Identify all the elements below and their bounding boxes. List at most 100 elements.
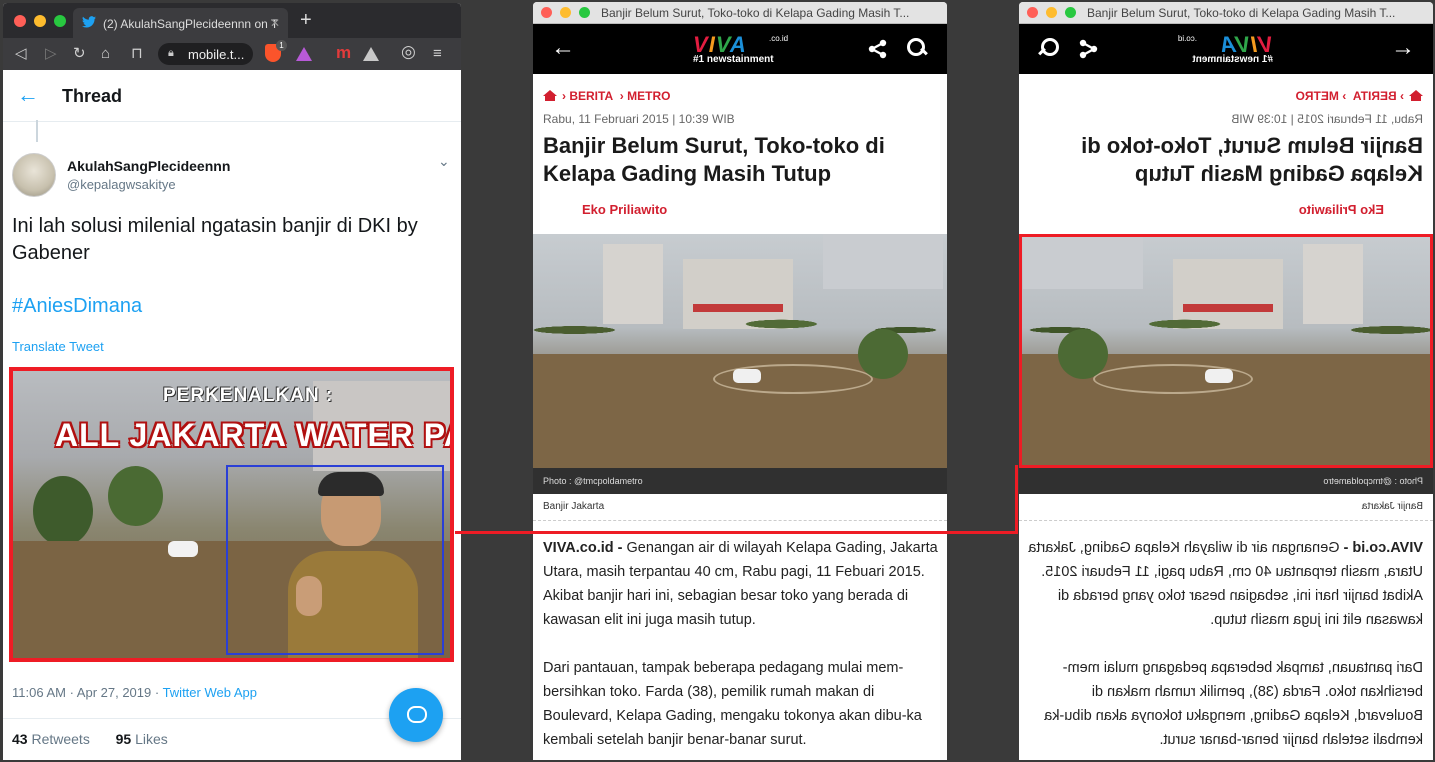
shield-count-badge: 1 [276, 40, 287, 51]
photo-caption: Photo : @tmcpoldametro [1019, 468, 1433, 494]
hashtag-link[interactable]: #AniesDimana [12, 295, 142, 318]
article-body: VIVA.co.id - Genangan air di wilayah Kel… [1028, 536, 1423, 760]
paragraph: VIVA.co.id - Genangan air di wilayah Kel… [1028, 536, 1423, 632]
lock-icon: 🔒︎ [168, 47, 174, 59]
window-title-bar: Banjir Belum Surut, Toko-toko di Kelapa … [1019, 2, 1433, 24]
compose-reply-button[interactable] [389, 688, 443, 742]
tweet-text: Ini lah solusi milenial ngatasin banjir … [12, 215, 418, 264]
browser-window-viva-mirrored: Banjir Belum Surut, Toko-toko di Kelapa … [1019, 2, 1433, 760]
share-icon[interactable] [868, 39, 888, 59]
divider [1019, 520, 1433, 521]
search-icon[interactable] [1040, 36, 1060, 58]
retweets-label[interactable]: Retweets [28, 731, 89, 747]
brave-rewards-icon[interactable] [296, 47, 312, 61]
tweet-image[interactable]: PERKENALKAN : ALL JAKARTA WATER PARK [9, 367, 454, 662]
maximize-window-button[interactable] [579, 7, 590, 18]
paragraph: Dari pantauan, tampak beberapa pedagang … [1044, 660, 1423, 748]
breadcrumb-berita[interactable]: BERITA [569, 89, 613, 103]
paragraph: Dari pantauan, tampak beberapa pedagang … [543, 660, 922, 748]
window-title: Banjir Belum Surut, Toko-toko di Kelapa … [1087, 6, 1396, 20]
minimize-window-button[interactable] [560, 7, 571, 18]
person-highlight-box [226, 465, 444, 655]
logo-tagline: #1 newstainment [1192, 54, 1273, 65]
profile-icon[interactable]: ◎ [401, 43, 416, 61]
minimize-window-button[interactable] [1046, 7, 1057, 18]
publish-date: Rabu, 11 Februari 2015 | 10:39 WIB [543, 112, 735, 126]
minimize-window-button[interactable] [34, 15, 46, 27]
browser-toolbar: ◁ ▷ ↻ ⌂ ⊓ 🔒︎ mobile.t... 1 m ◎ ≡ [3, 38, 461, 70]
page-title: Thread [62, 86, 123, 106]
display-name[interactable]: AkulahSangPlecideennn [67, 158, 230, 174]
maximize-window-button[interactable] [1065, 7, 1076, 18]
tab-title: (2) AkulahSangPlecideennn on T [103, 17, 279, 31]
article-tag[interactable]: Banjir Jakarta [1362, 501, 1423, 512]
article-photo [533, 234, 947, 468]
article-headline: Banjir Belum Surut, Toko-toko di Kelapa … [543, 133, 885, 186]
article-tag[interactable]: Banjir Jakarta [543, 501, 604, 512]
comparison-connector-line [455, 531, 1017, 534]
close-window-button[interactable] [1027, 7, 1038, 18]
home-icon[interactable] [543, 90, 557, 101]
comparison-connector-line [1015, 465, 1018, 534]
home-icon[interactable]: ⌂ [101, 45, 110, 63]
maximize-window-button[interactable] [54, 15, 66, 27]
home-icon[interactable] [1410, 90, 1423, 101]
likes-label[interactable]: Likes [131, 731, 168, 747]
viva-logo[interactable]: VIVA .co.id #1 newstainment [1173, 32, 1273, 68]
logo-domain: .co.id [769, 34, 789, 43]
lead-dateline: VIVA.co.id - [1339, 540, 1424, 556]
lead-dateline: VIVA.co.id - [543, 540, 627, 556]
breadcrumb-berita[interactable]: BERITA [1353, 89, 1397, 103]
back-arrow-icon[interactable]: ← [551, 34, 575, 62]
new-tab-icon[interactable]: + [300, 9, 312, 32]
menu-icon[interactable]: ≡ [433, 45, 442, 63]
image-caption-intro: PERKENALKAN : [163, 385, 334, 406]
browser-tab-twitter[interactable]: (2) AkulahSangPlecideennn on T ✕ [73, 8, 288, 38]
back-arrow-icon[interactable]: ← [17, 82, 39, 108]
tweet-metadata: 11:06 AM · Apr 27, 2019 · Twitter Web Ap… [12, 685, 257, 700]
back-arrow-icon[interactable]: ← [1391, 34, 1415, 62]
close-window-button[interactable] [541, 7, 552, 18]
search-icon[interactable] [906, 36, 926, 58]
close-window-button[interactable] [14, 15, 26, 27]
photo-car [733, 369, 761, 383]
thread-connector-line [36, 120, 38, 142]
window-title-bar: Banjir Belum Surut, Toko-toko di Kelapa … [533, 2, 947, 24]
site-header: ← VIVA .co.id #1 newstainment [1019, 24, 1433, 74]
extension-triangle-icon[interactable] [363, 47, 379, 61]
like-count[interactable]: 95 [116, 731, 132, 747]
back-icon[interactable]: ◁ [15, 45, 27, 63]
bookmark-icon[interactable]: ⊓ [131, 45, 143, 63]
viva-logo[interactable]: VIVA .co.id #1 newstainment [693, 32, 793, 68]
image-tree [108, 466, 163, 526]
image-tree [33, 476, 93, 546]
site-header: ← VIVA .co.id #1 newstainment [533, 24, 947, 74]
address-bar[interactable]: 🔒︎ mobile.t... [158, 43, 253, 65]
translate-tweet-link[interactable]: Translate Tweet [12, 339, 104, 354]
chevron-down-icon[interactable]: ⌄ [438, 153, 450, 170]
image-caption-title: ALL JAKARTA WATER PARK [55, 417, 450, 453]
user-handle[interactable]: @kepalagwsakitye [67, 177, 176, 192]
logo-tagline: #1 newstainment [693, 54, 774, 65]
forward-icon[interactable]: ▷ [45, 45, 57, 63]
retweet-count[interactable]: 43 [12, 731, 28, 747]
tweet-stats: 43 Retweets 95 Likes [12, 731, 168, 747]
tweet-source-link[interactable]: Twitter Web App [163, 685, 257, 700]
avatar[interactable] [12, 153, 56, 197]
extension-m-icon[interactable]: m [336, 43, 351, 63]
publish-date: Rabu, 11 Februari 2015 | 10:39 WIB [1231, 112, 1423, 126]
photo-tree [858, 329, 908, 379]
twitter-bird-icon [82, 16, 96, 28]
reload-icon[interactable]: ↻ [73, 45, 86, 63]
tab-close-icon[interactable]: ✕ [270, 16, 280, 30]
paragraph: VIVA.co.id - Genangan air di wilayah Kel… [543, 536, 938, 632]
breadcrumb-metro[interactable]: METRO [1296, 89, 1339, 103]
breadcrumb-metro[interactable]: METRO [627, 89, 670, 103]
share-icon[interactable] [1078, 39, 1098, 59]
author-link[interactable]: Eko Priliawito [1299, 202, 1384, 217]
article-headline: Banjir Belum Surut, Toko-toko di Kelapa … [1081, 133, 1423, 186]
browser-window-viva: Banjir Belum Surut, Toko-toko di Kelapa … [533, 2, 947, 760]
photo-building [823, 234, 943, 289]
author-link[interactable]: Eko Priliawito [582, 202, 667, 217]
address-text: mobile.t... [188, 47, 245, 62]
